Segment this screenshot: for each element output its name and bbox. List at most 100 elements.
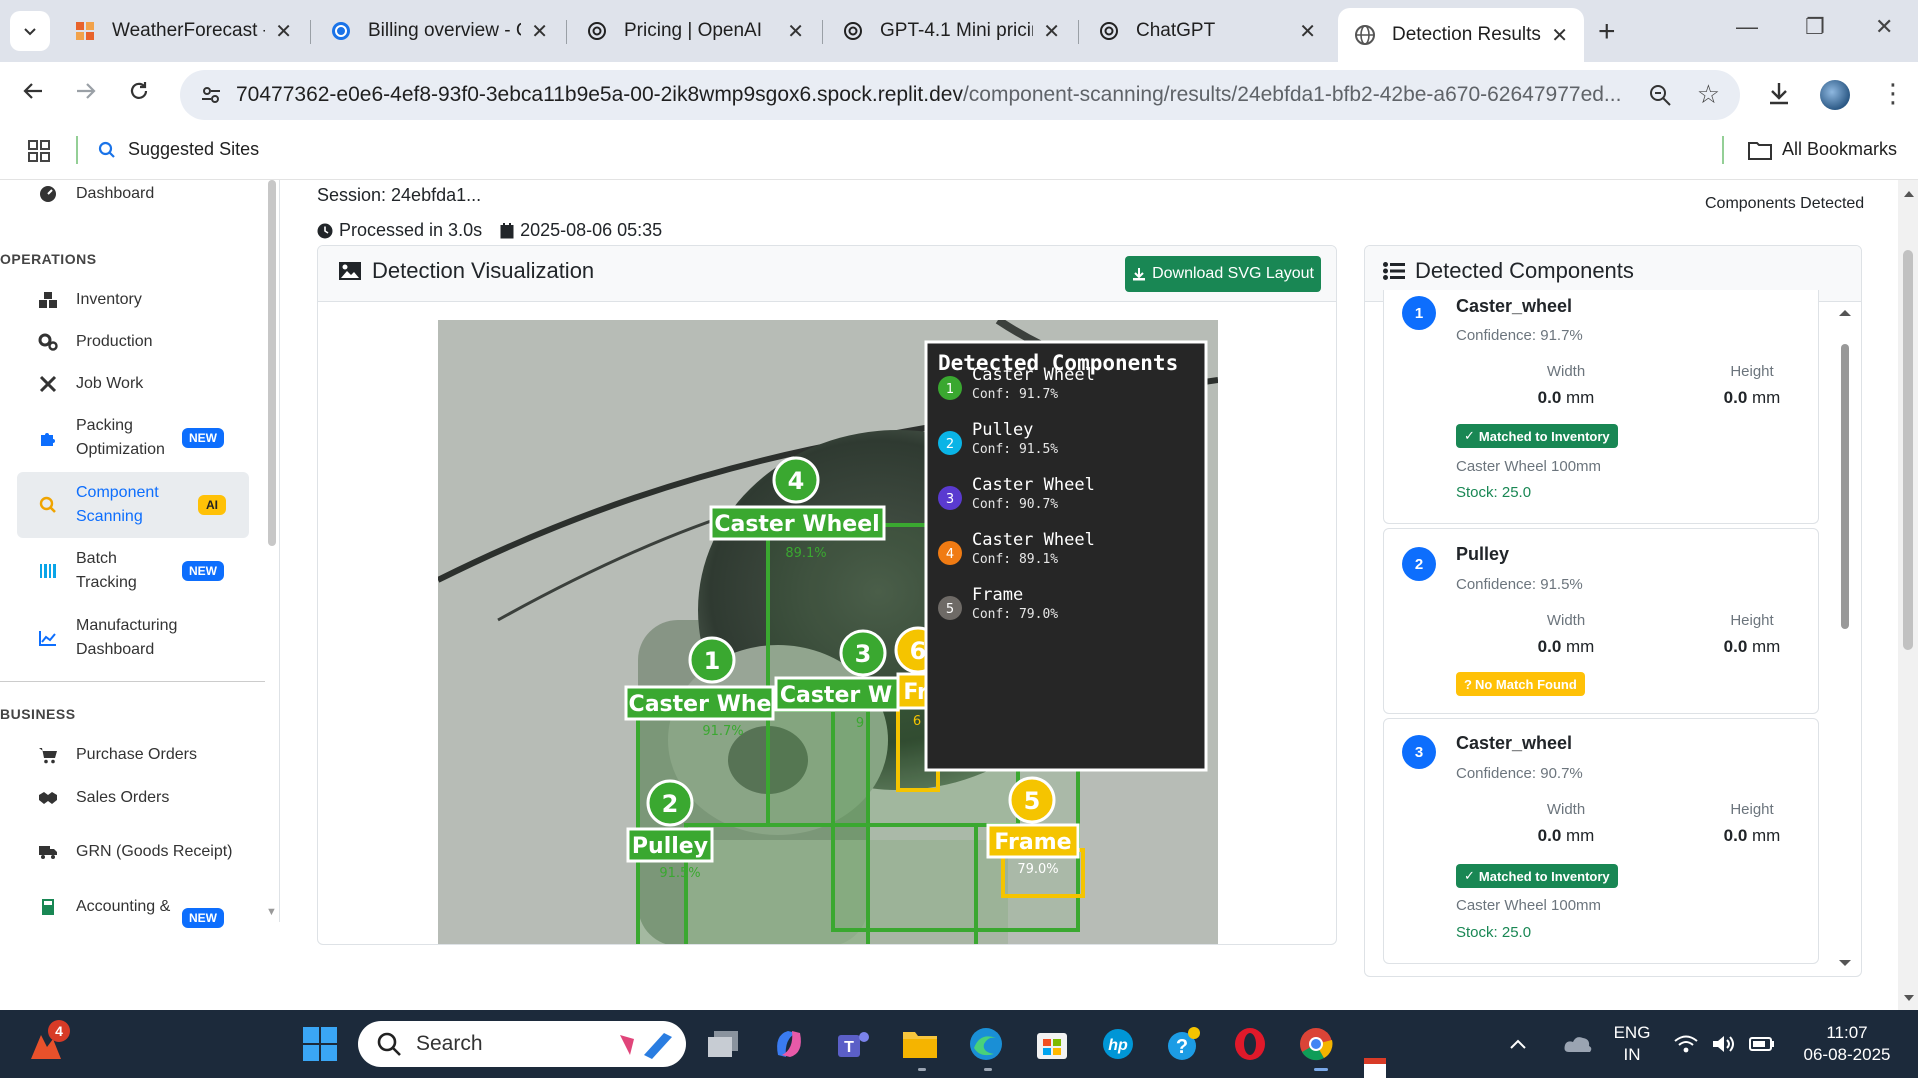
taskbar-app-teams[interactable]: T bbox=[834, 1024, 874, 1064]
download-icon[interactable] bbox=[1766, 80, 1792, 106]
page-scroll-up-icon[interactable] bbox=[1902, 188, 1916, 200]
taskbar-app-help[interactable]: ? bbox=[1164, 1024, 1204, 1064]
omnibox[interactable]: 70477362-e0e6-4ef8-93f0-3ebca11b9e5a-00-… bbox=[180, 70, 1740, 120]
taskbar-app-calendar[interactable] bbox=[1360, 1054, 1390, 1078]
component-item[interactable]: 3 Caster_wheel Confidence: 90.7% Width H… bbox=[1383, 718, 1819, 964]
scroll-up-arrow-icon[interactable] bbox=[1836, 305, 1854, 321]
sidebar-item-label: Batch Tracking bbox=[76, 550, 137, 591]
close-icon[interactable]: ✕ bbox=[1043, 19, 1060, 44]
close-icon[interactable]: ✕ bbox=[787, 19, 804, 44]
profile-avatar[interactable] bbox=[1820, 80, 1850, 110]
sidebar-item-job-work[interactable]: Job Work bbox=[38, 372, 143, 396]
battery-tray-icon[interactable] bbox=[1748, 1024, 1776, 1064]
sidebar-item-purchase-orders[interactable]: Purchase Orders bbox=[38, 743, 197, 767]
sidebar-divider bbox=[0, 681, 265, 682]
volume-tray-icon[interactable] bbox=[1710, 1024, 1738, 1064]
openai-icon bbox=[588, 22, 606, 40]
tab-search-dropdown[interactable] bbox=[10, 11, 50, 51]
system-clock[interactable]: 11:07 06-08-2025 bbox=[1792, 1022, 1902, 1066]
close-icon[interactable]: ✕ bbox=[531, 19, 548, 44]
input-language[interactable]: ENG IN bbox=[1612, 1022, 1652, 1066]
onedrive-tray-icon[interactable] bbox=[1558, 1024, 1598, 1064]
page-scroll-thumb[interactable] bbox=[1903, 250, 1913, 650]
component-name: Pulley bbox=[1456, 544, 1510, 564]
sidebar-item-component-scanning[interactable]: Component Scanning bbox=[38, 481, 176, 529]
url-text[interactable]: 70477362-e0e6-4ef8-93f0-3ebca11b9e5a-00-… bbox=[236, 83, 1626, 107]
taskbar-app-task-view[interactable] bbox=[703, 1024, 743, 1064]
tab-detection-results[interactable]: Detection Results - ✕ bbox=[1338, 8, 1584, 62]
component-number: 3 bbox=[1402, 735, 1436, 769]
sidebar-item-production[interactable]: Production bbox=[38, 330, 153, 354]
session-id: Session: 24ebfda1... bbox=[317, 185, 482, 205]
tab-pricing[interactable]: Pricing | OpenAI ✕ bbox=[570, 8, 820, 54]
bookmark-suggested-sites[interactable]: Suggested Sites bbox=[98, 139, 259, 160]
taskbar-search[interactable]: Search bbox=[358, 1021, 686, 1067]
height-label: Height bbox=[1730, 612, 1774, 629]
new-tab-button[interactable]: + bbox=[1598, 15, 1616, 49]
visualization-title-text: Detection Visualization bbox=[372, 258, 595, 283]
reload-button[interactable] bbox=[128, 78, 150, 109]
taskbar-app-store[interactable] bbox=[1032, 1024, 1072, 1064]
scroll-down-arrow-icon[interactable] bbox=[1836, 955, 1854, 971]
start-button[interactable] bbox=[300, 1024, 340, 1064]
back-button[interactable] bbox=[22, 78, 44, 109]
bookmark-star-icon[interactable]: ☆ bbox=[1697, 79, 1720, 110]
show-hidden-icons-button[interactable] bbox=[1506, 1024, 1530, 1064]
tab-separator bbox=[1078, 20, 1079, 44]
region-code: IN bbox=[1623, 1045, 1641, 1064]
taskbar-running-indicator bbox=[918, 1068, 926, 1071]
tab-billing[interactable]: Billing overview - C ✕ bbox=[314, 8, 564, 54]
close-window-button[interactable]: ✕ bbox=[1875, 14, 1893, 40]
taskbar-app-edge[interactable] bbox=[966, 1024, 1006, 1064]
width-value: 0.0 mm bbox=[1506, 637, 1626, 657]
components-list-scrollbar[interactable] bbox=[1836, 300, 1854, 972]
close-icon[interactable]: ✕ bbox=[275, 19, 292, 44]
status-badge-label: Matched to Inventory bbox=[1478, 428, 1610, 444]
scroll-thumb[interactable] bbox=[1841, 344, 1849, 629]
sidebar-scrollbar[interactable] bbox=[268, 180, 276, 546]
browser-menu-icon[interactable]: ⋮ bbox=[1880, 78, 1906, 109]
check-icon: ✓ bbox=[1464, 868, 1475, 883]
tab-gpt-mini[interactable]: GPT-4.1 Mini pricir ✕ bbox=[826, 8, 1076, 54]
page-scroll-down-icon[interactable] bbox=[1902, 992, 1916, 1004]
sidebar-item-packing-optimization[interactable]: Packing Optimization bbox=[38, 414, 186, 462]
billing-icon bbox=[332, 22, 350, 40]
all-bookmarks-button[interactable]: All Bookmarks bbox=[1748, 139, 1897, 160]
download-svg-button[interactable]: Download SVG Layout bbox=[1125, 256, 1321, 292]
component-item[interactable]: 2 Pulley Confidence: 91.5% Width Height … bbox=[1383, 528, 1819, 714]
site-settings-icon[interactable] bbox=[200, 84, 222, 106]
legend-confidence: Conf: 89.1% bbox=[972, 552, 1058, 567]
sidebar-item-batch-tracking[interactable]: Batch Tracking bbox=[38, 547, 176, 595]
sidebar-item-manufacturing-dashboard[interactable]: Manufacturing Dashboard bbox=[38, 614, 206, 662]
restore-button[interactable]: ❐ bbox=[1805, 14, 1825, 40]
clock-time: 11:07 bbox=[1826, 1023, 1868, 1042]
sidebar-scroll-down[interactable]: ▼ bbox=[266, 906, 277, 918]
minimize-button[interactable]: — bbox=[1736, 14, 1758, 40]
sidebar-item-sales-orders[interactable]: Sales Orders bbox=[38, 786, 169, 810]
ai-badge: AI bbox=[198, 495, 226, 515]
taskbar-app-chrome[interactable] bbox=[1296, 1024, 1336, 1064]
close-icon[interactable]: ✕ bbox=[1299, 19, 1316, 44]
check-icon: ✓ bbox=[1464, 428, 1475, 443]
volume-icon bbox=[1713, 1036, 1734, 1052]
sidebar-item-dashboard[interactable]: Dashboard bbox=[38, 182, 154, 206]
apps-grid-icon[interactable] bbox=[28, 140, 50, 162]
tab-chatgpt[interactable]: ChatGPT ✕ bbox=[1082, 8, 1332, 54]
forward-button[interactable] bbox=[75, 78, 97, 109]
taskbar-app-hp[interactable]: hp bbox=[1098, 1024, 1138, 1064]
sidebar-item-accounting[interactable]: Accounting & bbox=[38, 895, 170, 919]
arrow-right-icon bbox=[77, 83, 96, 99]
close-icon[interactable]: ✕ bbox=[1551, 23, 1568, 48]
legend-component-name: Caster Wheel bbox=[972, 475, 1095, 495]
sidebar-item-inventory[interactable]: Inventory bbox=[38, 288, 142, 312]
legend-component-name: Caster Wheel bbox=[972, 530, 1095, 550]
wifi-tray-icon[interactable] bbox=[1672, 1024, 1700, 1064]
list-icon bbox=[1383, 262, 1405, 280]
zoom-icon[interactable] bbox=[1648, 83, 1672, 107]
tab-weather[interactable]: WeatherForecast - ✕ bbox=[58, 8, 308, 54]
taskbar-app-file-explorer[interactable] bbox=[900, 1024, 940, 1064]
taskbar-app-opera[interactable] bbox=[1230, 1024, 1270, 1064]
taskbar-app-copilot[interactable] bbox=[769, 1024, 809, 1064]
component-item[interactable]: 1 Caster_wheel Confidence: 91.7% Width H… bbox=[1383, 290, 1819, 524]
sidebar-item-grn[interactable]: GRN (Goods Receipt) bbox=[38, 840, 233, 864]
